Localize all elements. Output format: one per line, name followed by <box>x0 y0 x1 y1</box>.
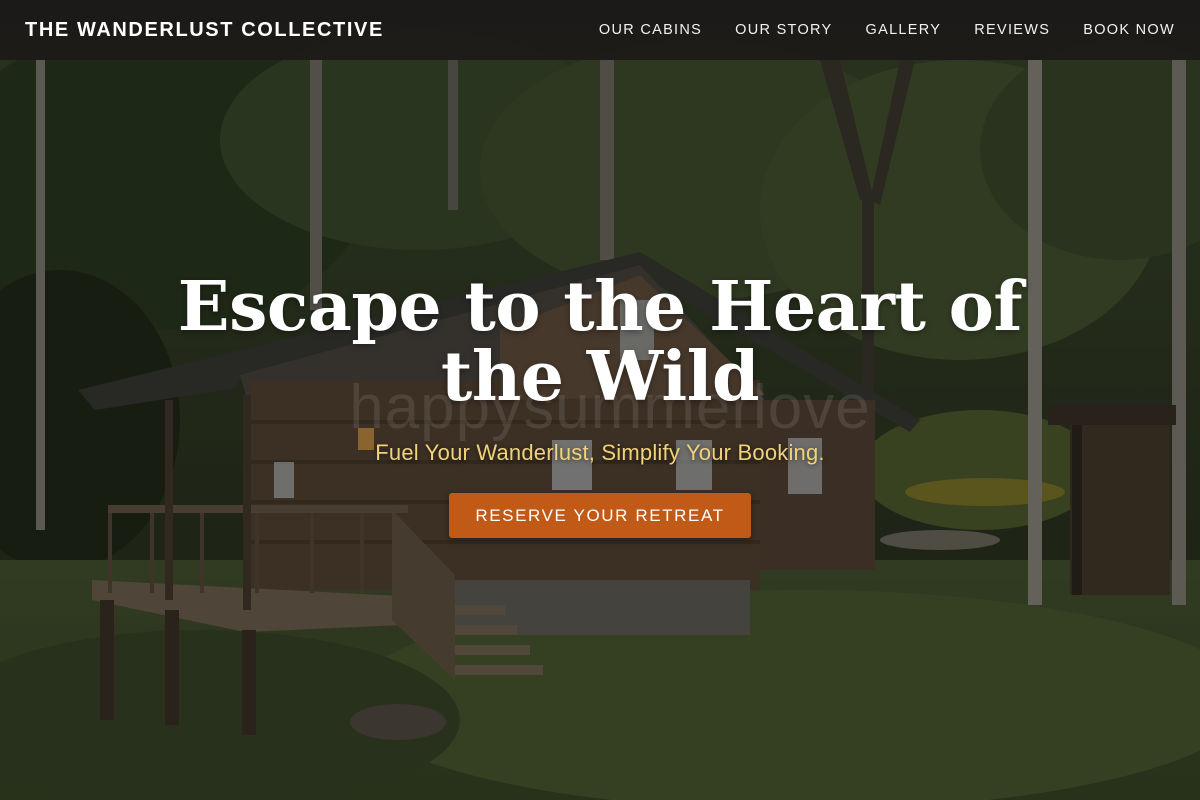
nav-item-book-now: BOOK NOW <box>1083 21 1175 39</box>
nav-link-reviews[interactable]: REVIEWS <box>974 22 1050 38</box>
nav-link-gallery[interactable]: GALLERY <box>866 22 942 38</box>
nav-item-reviews: REVIEWS <box>974 21 1050 39</box>
hero-subtitle: Fuel Your Wanderlust, Simplify Your Book… <box>375 440 825 465</box>
hero-section: happysummerlove Escape to the Heart of t… <box>0 0 1200 800</box>
hero-title: Escape to the Heart of the Wild <box>177 267 1023 417</box>
nav-link-our-cabins[interactable]: OUR CABINS <box>599 22 702 38</box>
nav-item-gallery: GALLERY <box>866 21 942 39</box>
top-navbar: THE WANDERLUST COLLECTIVE OUR CABINS OUR… <box>0 0 1200 60</box>
nav-link-book-now[interactable]: BOOK NOW <box>1083 22 1175 38</box>
nav-links: OUR CABINS OUR STORY GALLERY REVIEWS BOO… <box>566 21 1175 39</box>
nav-item-our-cabins: OUR CABINS <box>599 21 702 39</box>
nav-link-our-story[interactable]: OUR STORY <box>735 22 832 38</box>
reserve-retreat-button[interactable]: RESERVE YOUR RETREAT <box>449 493 751 538</box>
nav-item-our-story: OUR STORY <box>735 21 832 39</box>
brand-logo-link[interactable]: THE WANDERLUST COLLECTIVE <box>25 19 384 42</box>
landing-page: THE WANDERLUST COLLECTIVE OUR CABINS OUR… <box>0 0 1200 800</box>
